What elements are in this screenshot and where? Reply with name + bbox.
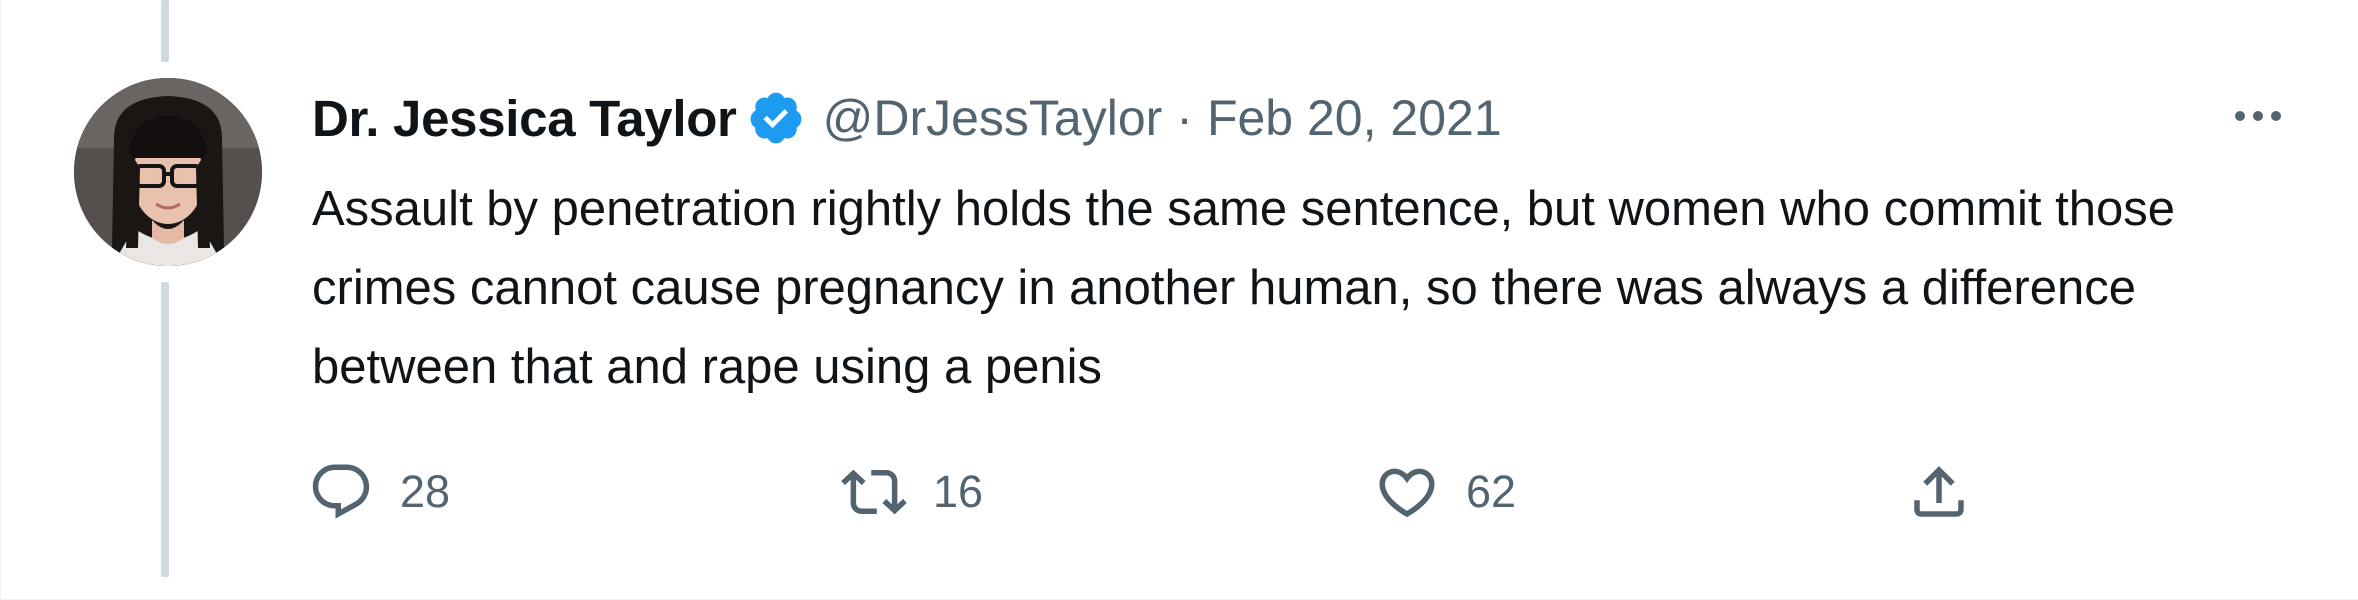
tweet-header: Dr. Jessica Taylor @DrJessTaylor · Feb 2… bbox=[312, 86, 1502, 150]
reply-icon bbox=[308, 459, 374, 525]
avatar-image bbox=[74, 78, 262, 266]
header-separator: · bbox=[1176, 90, 1193, 146]
verified-badge-icon bbox=[747, 89, 805, 147]
like-count: 62 bbox=[1466, 466, 1517, 517]
reply-count: 28 bbox=[400, 466, 451, 517]
author-handle[interactable]: @DrJessTaylor bbox=[823, 89, 1163, 147]
author-name[interactable]: Dr. Jessica Taylor bbox=[312, 89, 737, 148]
share-button[interactable] bbox=[1906, 452, 1972, 532]
tweet-card[interactable]: Dr. Jessica Taylor @DrJessTaylor · Feb 2… bbox=[0, 0, 2358, 600]
thread-line-bottom bbox=[161, 282, 169, 577]
retweet-icon bbox=[841, 459, 907, 525]
like-button[interactable]: 62 bbox=[1374, 452, 1516, 532]
retweet-count: 16 bbox=[933, 466, 984, 517]
share-icon bbox=[1906, 459, 1972, 525]
avatar[interactable] bbox=[74, 78, 262, 266]
tweet-text: Assault by penetration rightly holds the… bbox=[312, 182, 2175, 394]
tweet-date[interactable]: Feb 20, 2021 bbox=[1207, 89, 1502, 147]
heart-icon bbox=[1374, 459, 1440, 525]
more-options-icon[interactable] bbox=[2223, 96, 2293, 136]
reply-button[interactable]: 28 bbox=[308, 452, 450, 532]
thread-line-top bbox=[161, 0, 169, 62]
retweet-button[interactable]: 16 bbox=[841, 452, 983, 532]
